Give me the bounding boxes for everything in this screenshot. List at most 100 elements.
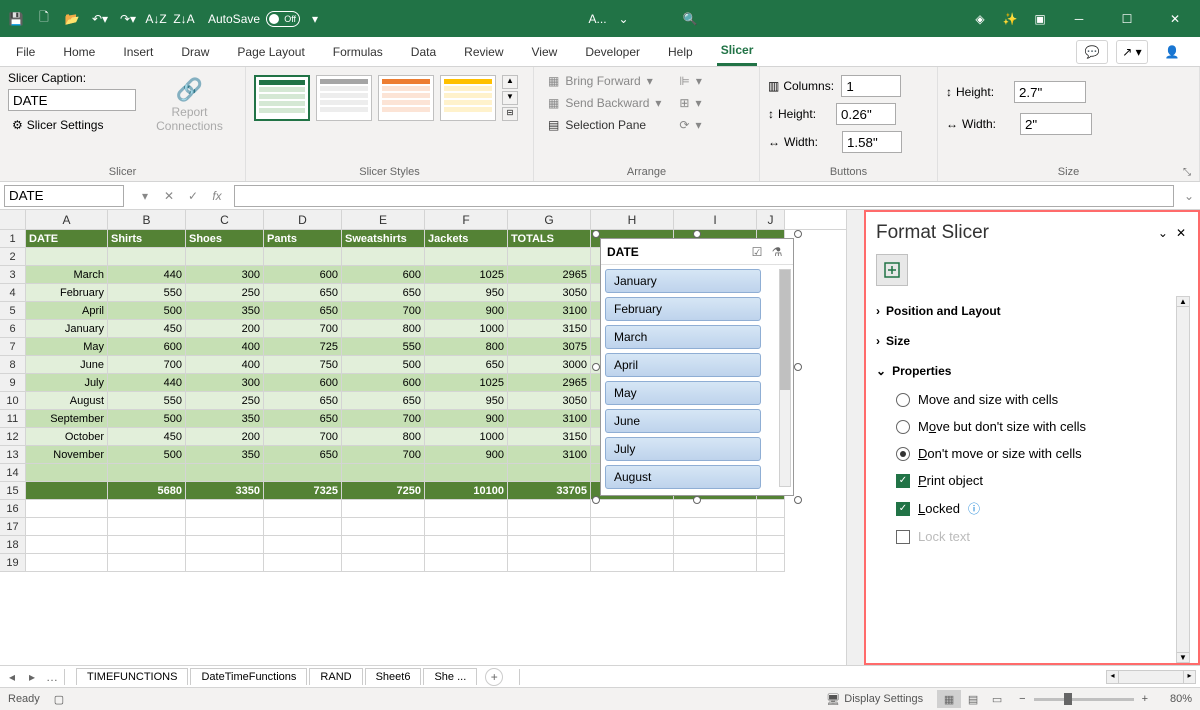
tab-data[interactable]: Data xyxy=(407,39,440,65)
cell[interactable]: 5680 xyxy=(108,482,186,500)
cell[interactable]: 2965 xyxy=(508,266,591,284)
cell[interactable] xyxy=(757,536,785,554)
open-icon[interactable]: 📂 xyxy=(60,7,84,31)
fx-icon[interactable]: fx xyxy=(206,185,228,207)
row-header[interactable]: 2 xyxy=(0,248,26,266)
sheet-nav-prev-icon[interactable]: ▸ xyxy=(24,669,40,685)
sort-asc-icon[interactable]: A↓Z xyxy=(144,7,168,31)
cell[interactable]: 950 xyxy=(425,284,508,302)
cell[interactable]: 3100 xyxy=(508,446,591,464)
tab-draw[interactable]: Draw xyxy=(177,39,213,65)
cell[interactable]: 1025 xyxy=(425,374,508,392)
cell[interactable]: 600 xyxy=(264,266,342,284)
styles-scroll-up-icon[interactable]: ▲ xyxy=(502,75,518,89)
cell[interactable]: 650 xyxy=(264,392,342,410)
maximize-button[interactable]: ☐ xyxy=(1106,5,1148,33)
cell[interactable] xyxy=(108,464,186,482)
row-header[interactable]: 12 xyxy=(0,428,26,446)
cell[interactable] xyxy=(425,248,508,266)
cell[interactable] xyxy=(26,500,108,518)
cell[interactable]: 500 xyxy=(342,356,425,374)
slicer-caption-input[interactable] xyxy=(8,89,136,111)
col-header[interactable]: G xyxy=(508,210,591,229)
cell[interactable]: 950 xyxy=(425,392,508,410)
cell[interactable] xyxy=(425,464,508,482)
minimize-button[interactable]: ─ xyxy=(1058,5,1100,33)
sort-desc-icon[interactable]: Z↓A xyxy=(172,7,196,31)
slicer-settings-button[interactable]: ⚙ Slicer Settings xyxy=(8,115,136,135)
cell[interactable]: 750 xyxy=(264,356,342,374)
cell[interactable]: 2965 xyxy=(508,374,591,392)
cell[interactable]: 350 xyxy=(186,302,264,320)
styles-scroll-down-icon[interactable]: ▼ xyxy=(502,91,518,105)
cell[interactable] xyxy=(508,248,591,266)
sheet-tab[interactable]: TIMEFUNCTIONS xyxy=(76,668,188,685)
cell[interactable] xyxy=(264,500,342,518)
multi-select-icon[interactable]: ☑ xyxy=(747,242,767,262)
slicer-item[interactable]: January xyxy=(605,269,761,293)
cell[interactable] xyxy=(591,554,674,572)
cell[interactable]: 3075 xyxy=(508,338,591,356)
cell[interactable] xyxy=(591,500,674,518)
tab-view[interactable]: View xyxy=(528,39,562,65)
cell[interactable]: 3150 xyxy=(508,428,591,446)
cell[interactable]: 500 xyxy=(108,302,186,320)
tab-page-layout[interactable]: Page Layout xyxy=(233,39,308,65)
slicer-style-3[interactable] xyxy=(378,75,434,121)
slicer-scrollbar[interactable] xyxy=(779,269,791,487)
format-pane-scrollbar[interactable]: ▲ ▼ xyxy=(1176,296,1190,663)
slicer-item[interactable]: March xyxy=(605,325,761,349)
wand-icon[interactable]: ✨ xyxy=(998,7,1022,31)
cell[interactable]: February xyxy=(26,284,108,302)
cell[interactable]: 900 xyxy=(425,410,508,428)
clear-filter-icon[interactable]: ⚗ xyxy=(767,242,787,262)
cell[interactable] xyxy=(26,464,108,482)
save-icon[interactable]: 💾 xyxy=(4,7,28,31)
slicer-item[interactable]: June xyxy=(605,409,761,433)
cell[interactable]: 7250 xyxy=(342,482,425,500)
radio-dont-move[interactable]: Don't move or size with cells xyxy=(896,440,1174,467)
cell[interactable] xyxy=(674,536,757,554)
cell[interactable]: 900 xyxy=(425,302,508,320)
cell[interactable]: Jackets xyxy=(425,230,508,248)
row-header[interactable]: 1 xyxy=(0,230,26,248)
cell[interactable] xyxy=(674,518,757,536)
size-width-spinner[interactable] xyxy=(1020,113,1092,135)
cell[interactable]: 550 xyxy=(342,338,425,356)
sheet-tab[interactable]: RAND xyxy=(309,668,362,685)
cell[interactable] xyxy=(186,554,264,572)
cell[interactable]: 200 xyxy=(186,320,264,338)
cell[interactable]: 1025 xyxy=(425,266,508,284)
cell[interactable]: Pants xyxy=(264,230,342,248)
tab-help[interactable]: Help xyxy=(664,39,697,65)
add-sheet-button[interactable]: + xyxy=(485,668,503,686)
size-properties-tab-icon[interactable] xyxy=(876,254,908,286)
pane-close-icon[interactable]: ✕ xyxy=(1172,222,1190,244)
autosave-toggle[interactable]: Off xyxy=(266,11,300,27)
cell[interactable] xyxy=(508,464,591,482)
cell[interactable] xyxy=(186,464,264,482)
cell[interactable] xyxy=(425,500,508,518)
cell[interactable]: 250 xyxy=(186,392,264,410)
section-size[interactable]: ›Size xyxy=(876,326,1174,356)
sheet-tab[interactable]: Sheet6 xyxy=(365,668,422,685)
tab-slicer[interactable]: Slicer xyxy=(717,37,758,66)
cell[interactable]: DATE xyxy=(26,230,108,248)
cell[interactable] xyxy=(757,518,785,536)
view-page-break-icon[interactable]: ▭ xyxy=(985,690,1009,708)
cell[interactable]: 300 xyxy=(186,266,264,284)
cell[interactable]: 800 xyxy=(342,320,425,338)
close-button[interactable]: ✕ xyxy=(1154,5,1196,33)
cell[interactable]: January xyxy=(26,320,108,338)
cell[interactable] xyxy=(26,482,108,500)
cell[interactable] xyxy=(425,536,508,554)
cell[interactable]: 7325 xyxy=(264,482,342,500)
cell[interactable]: 700 xyxy=(342,302,425,320)
cell[interactable]: 3100 xyxy=(508,302,591,320)
cell[interactable]: 800 xyxy=(425,338,508,356)
cell[interactable] xyxy=(425,518,508,536)
cell[interactable]: 440 xyxy=(108,266,186,284)
cell[interactable] xyxy=(26,536,108,554)
cell[interactable]: August xyxy=(26,392,108,410)
cell[interactable]: 650 xyxy=(264,446,342,464)
